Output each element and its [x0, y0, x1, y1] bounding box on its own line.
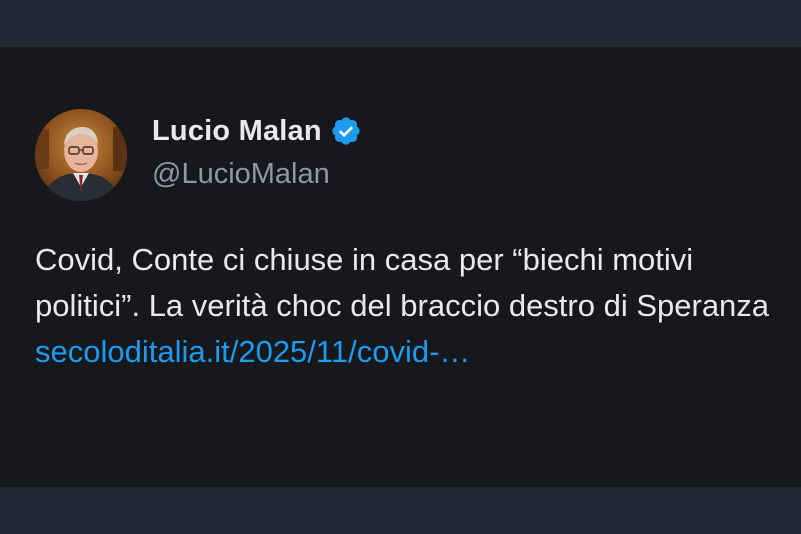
author-handle[interactable]: @LucioMalan	[152, 158, 330, 191]
bottom-frame-bar	[0, 487, 801, 534]
verified-badge-icon	[332, 117, 360, 145]
author-name-row: Lucio Malan	[152, 113, 362, 149]
tweet-text: Covid, Conte ci chiuse in casa per “biec…	[35, 237, 775, 375]
display-name[interactable]: Lucio Malan	[152, 115, 322, 148]
top-frame-bar	[0, 0, 801, 47]
tweet-body: Covid, Conte ci chiuse in casa per “biec…	[35, 242, 770, 323]
tweet-link[interactable]: secoloditalia.it/2025/11/covid-…	[35, 334, 470, 369]
tweet-card: Lucio Malan @LucioMalan Covid, Conte ci …	[0, 47, 801, 487]
avatar[interactable]	[35, 109, 127, 201]
profile-photo-icon	[35, 109, 127, 201]
